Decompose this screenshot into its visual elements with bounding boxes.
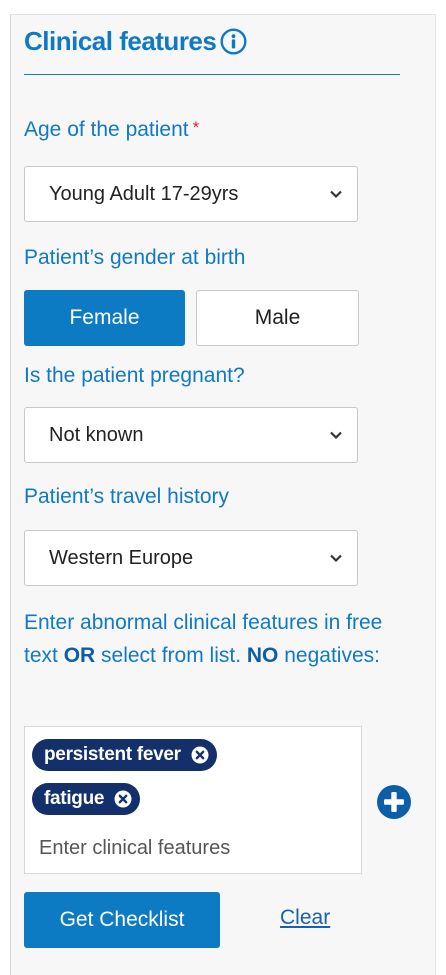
travel-label: Patient’s travel history (24, 485, 230, 508)
gender-label: Patient’s gender at birth (24, 246, 246, 269)
remove-tag-icon[interactable] (191, 746, 209, 764)
pregnant-select[interactable]: Not known (24, 407, 358, 463)
chevron-down-icon (329, 189, 343, 199)
chevron-down-icon (329, 553, 343, 563)
travel-select[interactable]: Western Europe (24, 530, 358, 586)
gender-male-button[interactable]: Male (196, 290, 359, 346)
prompt-text-3: negatives: (278, 644, 380, 667)
gender-female-button[interactable]: Female (24, 290, 185, 346)
feature-tag: persistent fever (32, 739, 217, 771)
panel-title: Clinical features (24, 26, 247, 57)
pregnant-label: Is the patient pregnant? (24, 364, 245, 387)
pregnant-select-value: Not known (49, 423, 144, 446)
get-checklist-button[interactable]: Get Checklist (24, 892, 220, 948)
age-select[interactable]: Young Adult 17-29yrs (24, 166, 358, 222)
feature-tag: fatigue (32, 783, 141, 815)
prompt-or: OR (63, 644, 96, 667)
features-instructions: Enter abnormal clinical features in free… (24, 606, 404, 672)
travel-select-value: Western Europe (49, 546, 194, 569)
prompt-text-2: select from list. (95, 644, 247, 667)
chevron-down-icon (329, 430, 343, 440)
clinical-features-tag-input[interactable]: persistent fever fatigue (24, 726, 362, 874)
age-label-text: Age of the patient (24, 118, 189, 141)
title-divider (24, 74, 400, 75)
remove-tag-icon[interactable] (114, 790, 132, 808)
required-marker: * (192, 118, 200, 137)
age-label: Age of the patient * (24, 118, 199, 142)
feature-tag-label: persistent fever (44, 744, 181, 765)
add-feature-plus-icon[interactable] (376, 784, 412, 820)
info-icon[interactable] (220, 28, 247, 55)
clinical-features-input[interactable] (39, 833, 339, 863)
panel-title-text: Clinical features (24, 26, 217, 56)
prompt-no: NO (246, 644, 279, 667)
feature-tag-label: fatigue (44, 788, 105, 809)
clear-link[interactable]: Clear (280, 906, 330, 930)
age-select-value: Young Adult 17-29yrs (49, 182, 239, 205)
